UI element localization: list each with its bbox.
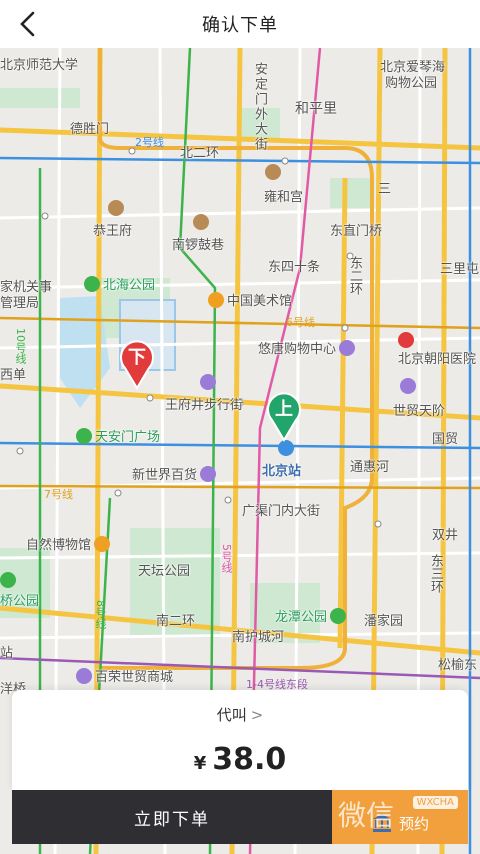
label-nan2huan: 南二环 <box>156 614 196 629</box>
museum-icon <box>94 535 111 552</box>
chevron-left-icon <box>20 11 35 37</box>
reserve-button[interactable]: 微信 WXCHA 预约 <box>332 790 468 844</box>
poi-shimao <box>400 378 416 394</box>
poi-xinshijie: 新世界百货 <box>132 464 217 483</box>
label-dong2huan: 东二环 <box>347 256 362 295</box>
poi-beijingzhan-icon <box>278 440 294 456</box>
train-station-icon <box>278 440 294 456</box>
label-beijingzhan: 北京站 <box>262 464 302 479</box>
label-guanliju: 管理局 <box>0 296 40 311</box>
label-zhan: 站 <box>0 646 14 661</box>
temple-icon <box>193 214 209 230</box>
label-yonghegong: 雍和宫 <box>264 190 304 205</box>
label-deshengmen: 德胜门 <box>70 122 110 137</box>
poi-qiaoyuan <box>0 572 16 588</box>
shopping-icon <box>76 667 92 684</box>
label-shimao: 世贸天阶 <box>393 404 446 419</box>
poi-ziranbowuguan: 自然博物馆 <box>26 534 111 553</box>
label-line2: 2号线 <box>135 136 164 149</box>
label-gongwangfu: 恭王府 <box>93 224 133 239</box>
label-songyu: 松榆东 <box>438 658 478 673</box>
label-sanliitun: 三里屯 <box>440 262 480 277</box>
shopping-icon <box>339 339 356 356</box>
label-aiqinhai-2: 购物公园 <box>385 76 438 91</box>
label-line8: 8号线 <box>94 600 107 629</box>
label-tonghuihe: 通惠河 <box>350 460 390 475</box>
label-dongsishitiao: 东四十条 <box>268 260 321 275</box>
action-bar: 立即下单 微信 WXCHA 预约 <box>12 790 468 844</box>
pickup-glyph: 上 <box>275 399 293 420</box>
park-icon <box>330 607 347 624</box>
label-qiaoyuan: 桥公园 <box>0 594 40 609</box>
dropoff-marker[interactable]: 下 <box>117 338 157 390</box>
currency-symbol: ¥ <box>193 753 207 774</box>
poi-tiananmen: 天安门广场 <box>76 426 160 445</box>
label-chaoyang-hospital: 北京朝阳医院 <box>398 352 477 367</box>
poi-youtai: 悠唐购物中心 <box>258 338 356 357</box>
reserve-label: 预约 <box>398 814 429 833</box>
temple-icon <box>265 164 281 180</box>
label-dongzhimenqiao: 东直门桥 <box>330 224 383 239</box>
call-type-label: 代叫 <box>216 706 247 724</box>
label-san: 三 <box>378 182 392 197</box>
label-bei2huan: 北二环 <box>180 146 220 161</box>
label-line5: 5号线 <box>220 544 233 573</box>
label-hepingli: 和平里 <box>295 101 337 117</box>
poi-nanluoguxiang <box>193 214 209 230</box>
poi-bairong: 百荣世贸商城 <box>76 666 173 685</box>
label-line6: 6号线 <box>286 316 315 329</box>
label-xidan: 西单 <box>0 368 27 383</box>
label-tiantan: 天坛公园 <box>138 564 191 579</box>
poi-longtan: 龙潭公园 <box>275 606 347 625</box>
label-dong3huan: 东三环 <box>428 554 443 593</box>
label-bnu: 北京师范大学 <box>0 58 79 73</box>
watermark-badge: WXCHA <box>412 796 458 809</box>
temple-icon <box>108 200 124 216</box>
label-panjiayuan: 潘家园 <box>364 614 404 629</box>
hospital-icon <box>398 332 414 348</box>
order-summary-card: 代叫 > ¥ 38.0 <box>12 690 468 790</box>
call-type-selector[interactable]: 代叫 > <box>12 704 468 725</box>
page-title: 确认下单 <box>202 15 278 36</box>
park-icon <box>84 275 100 292</box>
price-display: ¥ 38.0 <box>12 742 468 777</box>
park-icon <box>0 572 16 588</box>
top-bar: 确认下单 <box>0 0 480 48</box>
label-nanluoguxiang: 南锣鼓巷 <box>172 238 225 253</box>
pickup-marker[interactable]: 上 <box>264 390 304 442</box>
label-guangqumen: 广渠门内大街 <box>242 504 321 519</box>
price-value: 38.0 <box>212 742 287 777</box>
poi-gongwangfu <box>108 200 124 216</box>
watermark-text: 微信 <box>338 799 395 832</box>
submit-order-button[interactable]: 立即下单 <box>12 790 332 844</box>
poi-yonghegong <box>265 164 281 180</box>
chevron-right-icon: > <box>250 705 264 724</box>
park-icon <box>76 427 92 444</box>
label-line7: 7号线 <box>44 488 73 501</box>
shopping-icon <box>200 465 217 482</box>
poi-chaoyang-hospital <box>398 332 414 348</box>
label-shuangjing: 双井 <box>432 528 459 543</box>
label-wangfujing: 王府井步行街 <box>165 398 244 413</box>
poi-wangfujing <box>200 374 216 390</box>
back-button[interactable] <box>12 8 44 40</box>
shopping-icon <box>400 378 416 394</box>
shopping-icon <box>200 374 216 390</box>
museum-icon <box>208 291 224 308</box>
poi-beihai: 北海公园 <box>84 274 155 293</box>
label-nanhuchenghe: 南护城河 <box>232 630 285 645</box>
poi-meishuguan: 中国美术馆 <box>208 290 292 309</box>
label-guomao: 国贸 <box>432 432 459 447</box>
dropoff-glyph: 下 <box>128 347 146 368</box>
label-andingmen: 安定门外大街 <box>252 62 267 152</box>
label-line10: 10号线 <box>14 328 27 364</box>
